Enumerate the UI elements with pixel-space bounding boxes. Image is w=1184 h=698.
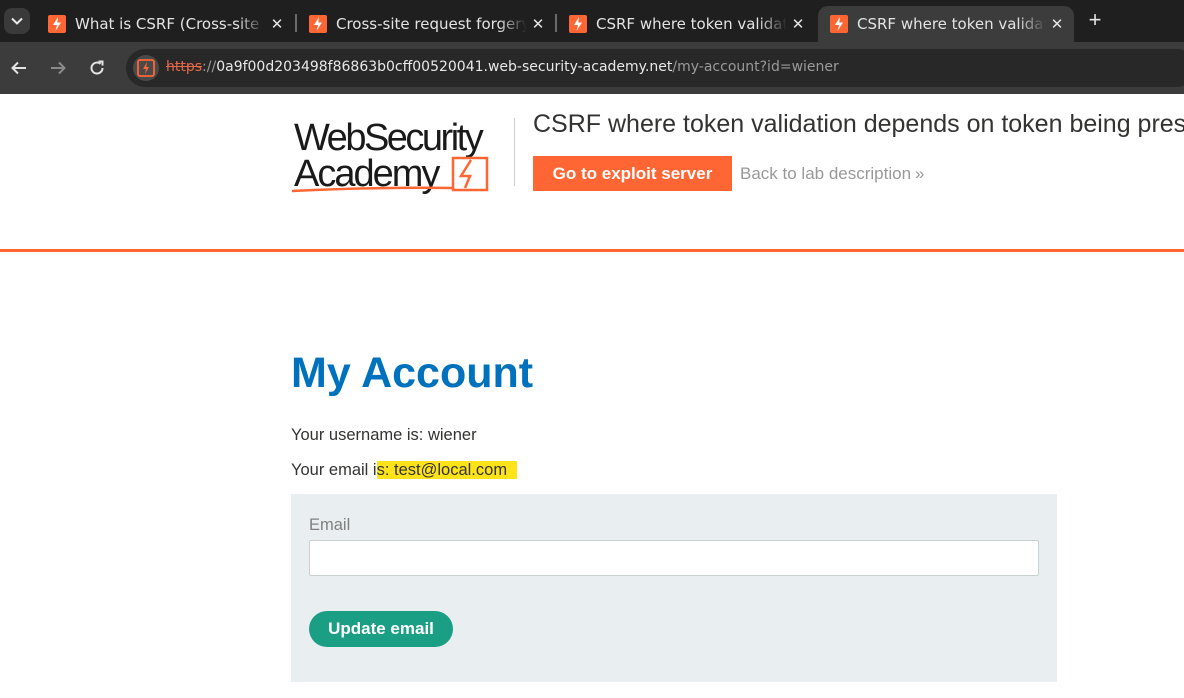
- email-prefix: Your email i: [291, 461, 377, 479]
- academy-favicon-icon: [569, 15, 587, 33]
- tab-csrf-request-method[interactable]: CSRF where token validation depends on r…: [557, 6, 815, 42]
- address-bar[interactable]: https://0a9f00d203498f86863b0cff00520041…: [126, 49, 1184, 87]
- tab-cross-site-request-forgery[interactable]: Cross-site request forgery (CSRF) ✕: [297, 6, 555, 42]
- tab-title: Cross-site request forgery (CSRF): [336, 15, 527, 33]
- academy-favicon-icon: [830, 15, 848, 33]
- page-title: My Account: [291, 349, 534, 397]
- forward-arrow-icon[interactable]: [45, 55, 71, 81]
- tab-strip: What is CSRF (Cross-site request forgery…: [0, 0, 1184, 42]
- url-host: 0a9f00d203498f86863b0cff00520041.web-sec…: [216, 59, 673, 75]
- academy-favicon-icon: [48, 15, 66, 33]
- back-link-label: Back to lab description: [740, 164, 912, 183]
- close-icon[interactable]: ✕: [787, 15, 809, 33]
- go-to-exploit-server-button[interactable]: Go to exploit server: [533, 156, 732, 191]
- lab-title: CSRF where token validation depends on t…: [533, 110, 1184, 138]
- reload-icon[interactable]: [84, 55, 110, 81]
- email-highlighted-value: s: test@local.com: [376, 461, 518, 479]
- academy-favicon-icon: [309, 15, 327, 33]
- back-to-lab-description-link[interactable]: Back to lab description»: [740, 164, 925, 184]
- url-separator: ://: [202, 59, 217, 75]
- username-text: Your username is: wiener: [291, 426, 477, 444]
- header-divider: [0, 249, 1184, 252]
- logo-divider: [514, 118, 515, 186]
- url-text[interactable]: https://0a9f00d203498f86863b0cff00520041…: [166, 59, 839, 75]
- close-icon[interactable]: ✕: [266, 15, 288, 33]
- back-arrow-icon[interactable]: [6, 55, 32, 81]
- site-info-icon[interactable]: [133, 55, 159, 81]
- double-chevron-right-icon: »: [915, 164, 925, 183]
- tab-title: CSRF where token validation depends on t…: [857, 15, 1046, 33]
- close-icon[interactable]: ✕: [527, 15, 549, 33]
- tab-what-is-csrf[interactable]: What is CSRF (Cross-site request forgery…: [36, 6, 294, 42]
- tab-title: What is CSRF (Cross-site request forgery…: [75, 15, 266, 33]
- url-scheme: https: [166, 59, 203, 75]
- email-text: Your email is: test@local.com: [291, 461, 518, 480]
- change-email-form: Email Update email: [291, 494, 1057, 682]
- web-security-academy-logo[interactable]: WebSecurity Academy: [290, 116, 510, 196]
- url-path: /my-account?id=wiener: [672, 59, 839, 75]
- browser-toolbar: https://0a9f00d203498f86863b0cff00520041…: [0, 42, 1184, 94]
- tab-search-chevron-icon[interactable]: [4, 8, 30, 34]
- email-label: Email: [309, 516, 351, 534]
- close-icon[interactable]: ✕: [1046, 15, 1068, 33]
- new-tab-button[interactable]: +: [1082, 9, 1108, 33]
- tab-title: CSRF where token validation depends on r…: [596, 15, 787, 33]
- email-input[interactable]: [309, 540, 1039, 576]
- update-email-button[interactable]: Update email: [309, 611, 453, 647]
- tab-csrf-token-present[interactable]: CSRF where token validation depends on t…: [818, 6, 1074, 42]
